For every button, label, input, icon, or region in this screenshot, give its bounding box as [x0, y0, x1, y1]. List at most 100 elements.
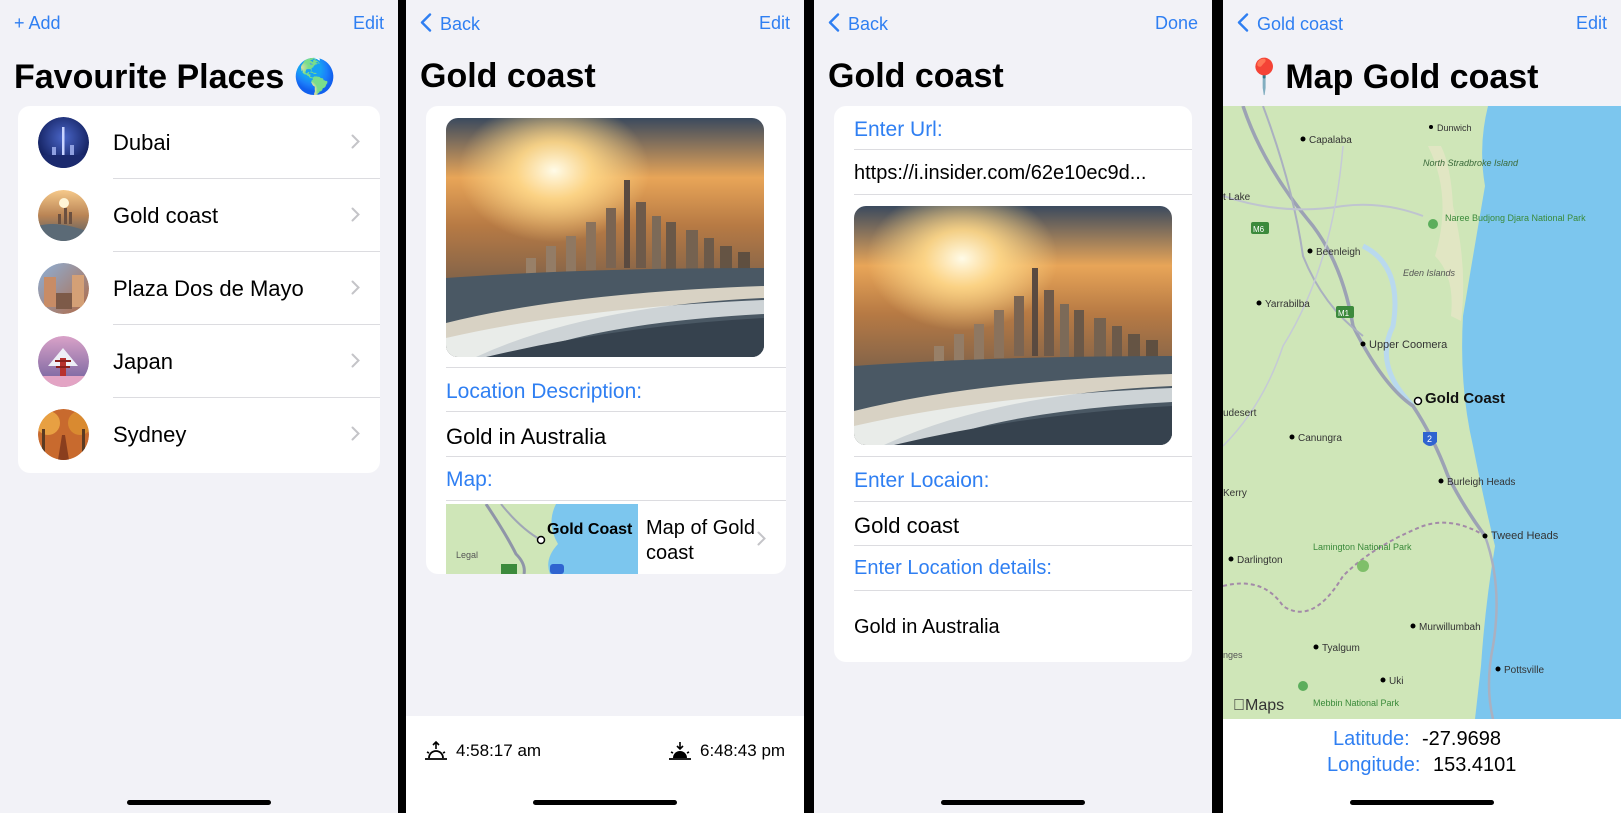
map-place-label: Canungra [1298, 433, 1342, 444]
map-link-row[interactable]: Gold Coast Legal Map of Gold coast [446, 504, 786, 574]
map-place-label: North Stradbroke Island [1423, 158, 1519, 168]
edit-place-screen: Back Done Gold coast Enter Url: https://… [814, 0, 1212, 813]
map-view[interactable]: Capalaba Dunwich North Stradbroke Island… [1223, 106, 1621, 719]
nav-bar: Back Edit [406, 0, 804, 48]
edit-button[interactable]: Edit [759, 13, 790, 34]
latitude-label: Latitude: [1333, 728, 1410, 750]
chevron-left-icon [828, 13, 840, 32]
map-place-label: Burleigh Heads [1447, 477, 1515, 488]
divider [854, 194, 1192, 195]
page-title: Gold coast [828, 57, 1004, 95]
back-button[interactable]: Gold coast [1237, 13, 1343, 35]
sunrise-time: 4:58:17 am [456, 741, 542, 760]
place-thumbnail [38, 263, 89, 314]
map-place-label: Capalaba [1309, 135, 1352, 146]
divider [854, 149, 1192, 150]
map-place-label: Darlington [1237, 555, 1283, 566]
legal-label[interactable]: Legal [456, 550, 478, 560]
divider [446, 456, 786, 457]
done-button[interactable]: Done [1155, 13, 1198, 34]
place-photo [446, 118, 764, 357]
page-title: 📍Map Gold coast [1243, 58, 1539, 96]
divider [854, 545, 1192, 546]
sunset-icon [669, 742, 691, 760]
map-place-label: Tyalgum [1322, 643, 1360, 654]
list-item-gold-coast[interactable]: Gold coast [18, 179, 380, 252]
nav-bar: + Add Edit [0, 0, 398, 48]
details-label: Enter Location details: [854, 557, 1052, 579]
location-input[interactable]: Gold coast [854, 513, 959, 539]
back-button[interactable]: Back [828, 13, 888, 35]
url-label: Enter Url: [854, 118, 943, 141]
list-item-dubai[interactable]: Dubai [18, 106, 380, 179]
chevron-right-icon [757, 531, 766, 546]
places-list: Dubai Gold coast Plaza Dos de Mayo Japan… [18, 106, 380, 473]
place-thumbnail [38, 190, 89, 241]
latitude-value: -27.9698 [1422, 728, 1501, 750]
chevron-right-icon [351, 134, 360, 149]
road-shield: 2 [1427, 434, 1432, 444]
detail-card: Location Description: Gold in Australia … [426, 106, 786, 574]
details-input[interactable]: Gold in Australia [854, 616, 1000, 639]
back-label: Gold coast [1257, 14, 1344, 34]
road-shield: M6 [1253, 225, 1265, 234]
back-label: Back [848, 14, 889, 34]
list-item-japan[interactable]: Japan [18, 325, 380, 398]
map-thumbnail: Gold Coast Legal [446, 504, 638, 574]
map-label: Map: [446, 468, 493, 491]
url-input[interactable]: https://i.insider.com/62e10ec9d... [854, 162, 1146, 185]
maps-brand: Maps [1233, 697, 1284, 714]
map-place-label: Upper Coomera [1369, 339, 1448, 351]
map-place-label: Naree Budjong Djara National Park [1445, 213, 1586, 223]
chevron-right-icon [351, 280, 360, 295]
longitude-value: 153.4101 [1433, 754, 1517, 776]
map-place-label: Lamington National Park [1313, 542, 1412, 552]
longitude-label: Longitude: [1327, 754, 1421, 776]
nav-bar: Gold coast Edit [1223, 0, 1621, 48]
chevron-right-icon [351, 207, 360, 222]
edit-form: Enter Url: https://i.insider.com/62e10ec… [834, 106, 1192, 662]
divider [446, 411, 786, 412]
edit-button[interactable]: Edit [353, 13, 384, 34]
favourites-list-screen: + Add Edit Favourite Places 🌎 Dubai Gold… [0, 0, 398, 813]
map-place-label: Beenleigh [1316, 247, 1360, 258]
place-name: Plaza Dos de Mayo [113, 276, 304, 301]
map-link-text: Map of Gold coast [646, 517, 755, 564]
place-name: Dubai [113, 130, 171, 155]
home-indicator [1350, 800, 1494, 805]
map-place-label: Murwillumbah [1419, 622, 1481, 633]
map-place-label: Uki [1389, 676, 1403, 687]
divider [854, 456, 1192, 457]
map-place-label: Eden Islands [1403, 268, 1456, 278]
place-detail-screen: Back Edit Gold coast Location Descriptio… [406, 0, 804, 813]
map-screen: Gold coast Edit 📍Map Gold coast Capalaba… [1223, 0, 1621, 813]
edit-button[interactable]: Edit [1576, 13, 1607, 34]
nav-bar: Back Done [814, 0, 1212, 48]
home-indicator [533, 800, 677, 805]
list-item-sydney[interactable]: Sydney [18, 398, 380, 471]
place-photo [854, 206, 1172, 445]
map-place-label: Tweed Heads [1491, 530, 1559, 542]
back-button[interactable]: Back [420, 13, 480, 35]
location-label: Enter Locaion: [854, 469, 990, 492]
map-place-label: t Lake [1223, 192, 1251, 203]
map-place-label: Gold Coast [1425, 390, 1505, 407]
home-indicator [127, 800, 271, 805]
divider [854, 501, 1192, 502]
description-value: Gold in Australia [446, 424, 607, 449]
map-place-label: Yarrabilba [1265, 299, 1310, 310]
sunset-time: 6:48:43 pm [700, 741, 786, 760]
place-thumbnail [38, 336, 89, 387]
place-thumbnail [38, 117, 89, 168]
list-item-plaza-dos-de-mayo[interactable]: Plaza Dos de Mayo [18, 252, 380, 325]
add-button[interactable]: + Add [14, 13, 61, 34]
page-title: Favourite Places 🌎 [14, 58, 337, 96]
home-indicator [941, 800, 1085, 805]
chevron-left-icon [420, 13, 432, 32]
place-name: Japan [113, 349, 173, 374]
page-title: Gold coast [420, 57, 596, 95]
road-shield: M1 [1338, 309, 1350, 318]
map-place-label: Mebbin National Park [1313, 698, 1400, 708]
maps-brand-text: Maps [1245, 697, 1284, 714]
chevron-left-icon [1237, 13, 1249, 32]
